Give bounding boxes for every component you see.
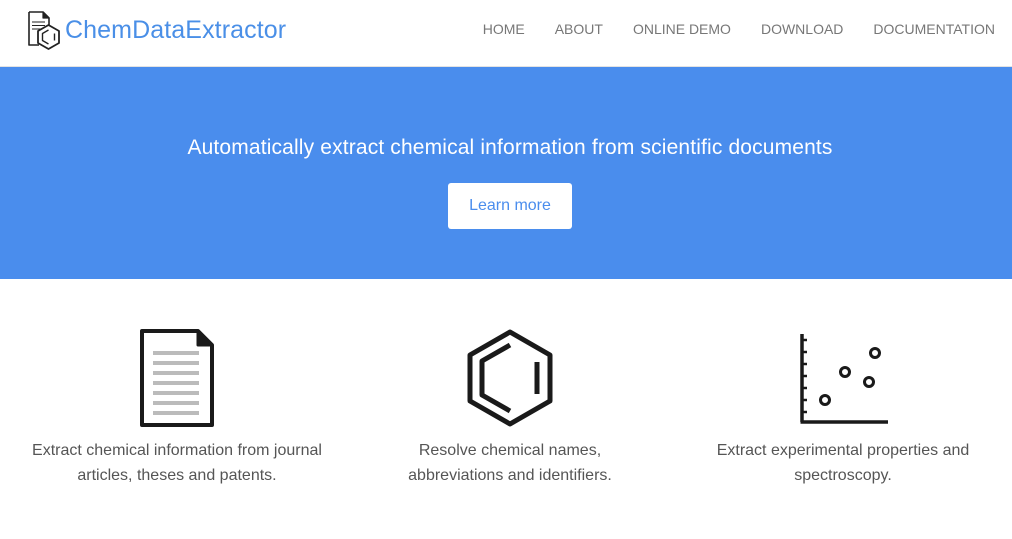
hero-title: Automatically extract chemical informati…: [187, 136, 833, 159]
nav-download[interactable]: DOWNLOAD: [761, 21, 843, 37]
hero-banner: Automatically extract chemical informati…: [0, 67, 1012, 279]
nav-home[interactable]: HOME: [483, 21, 525, 37]
document-icon: [140, 329, 214, 427]
feature-resolve-names: Resolve chemical names, abbreviations an…: [355, 328, 665, 488]
nav-documentation[interactable]: DOCUMENTATION: [873, 21, 995, 37]
scatter-plot-icon: [800, 334, 888, 424]
feature-extract-documents: Extract chemical information from journa…: [22, 328, 332, 488]
learn-more-button[interactable]: Learn more: [448, 183, 572, 229]
main-nav: HOME ABOUT ONLINE DEMO DOWNLOAD DOCUMENT…: [453, 0, 995, 57]
brand-name: ChemDataExtractor: [65, 15, 287, 44]
feature-text: Extract chemical information from journa…: [32, 442, 322, 484]
feature-extract-properties: Extract experimental properties and spec…: [688, 328, 998, 488]
nav-about[interactable]: ABOUT: [555, 21, 603, 37]
nav-online-demo[interactable]: ONLINE DEMO: [633, 21, 731, 37]
benzene-icon: [467, 329, 553, 427]
document-hexagon-logo-icon: [28, 11, 60, 50]
feature-text: Extract experimental properties and spec…: [716, 442, 970, 484]
brand-link[interactable]: ChemDataExtractor: [26, 9, 286, 51]
feature-text: Resolve chemical names, abbreviations an…: [408, 442, 612, 484]
navbar: ChemDataExtractor HOME ABOUT ONLINE DEMO…: [0, 0, 1012, 67]
